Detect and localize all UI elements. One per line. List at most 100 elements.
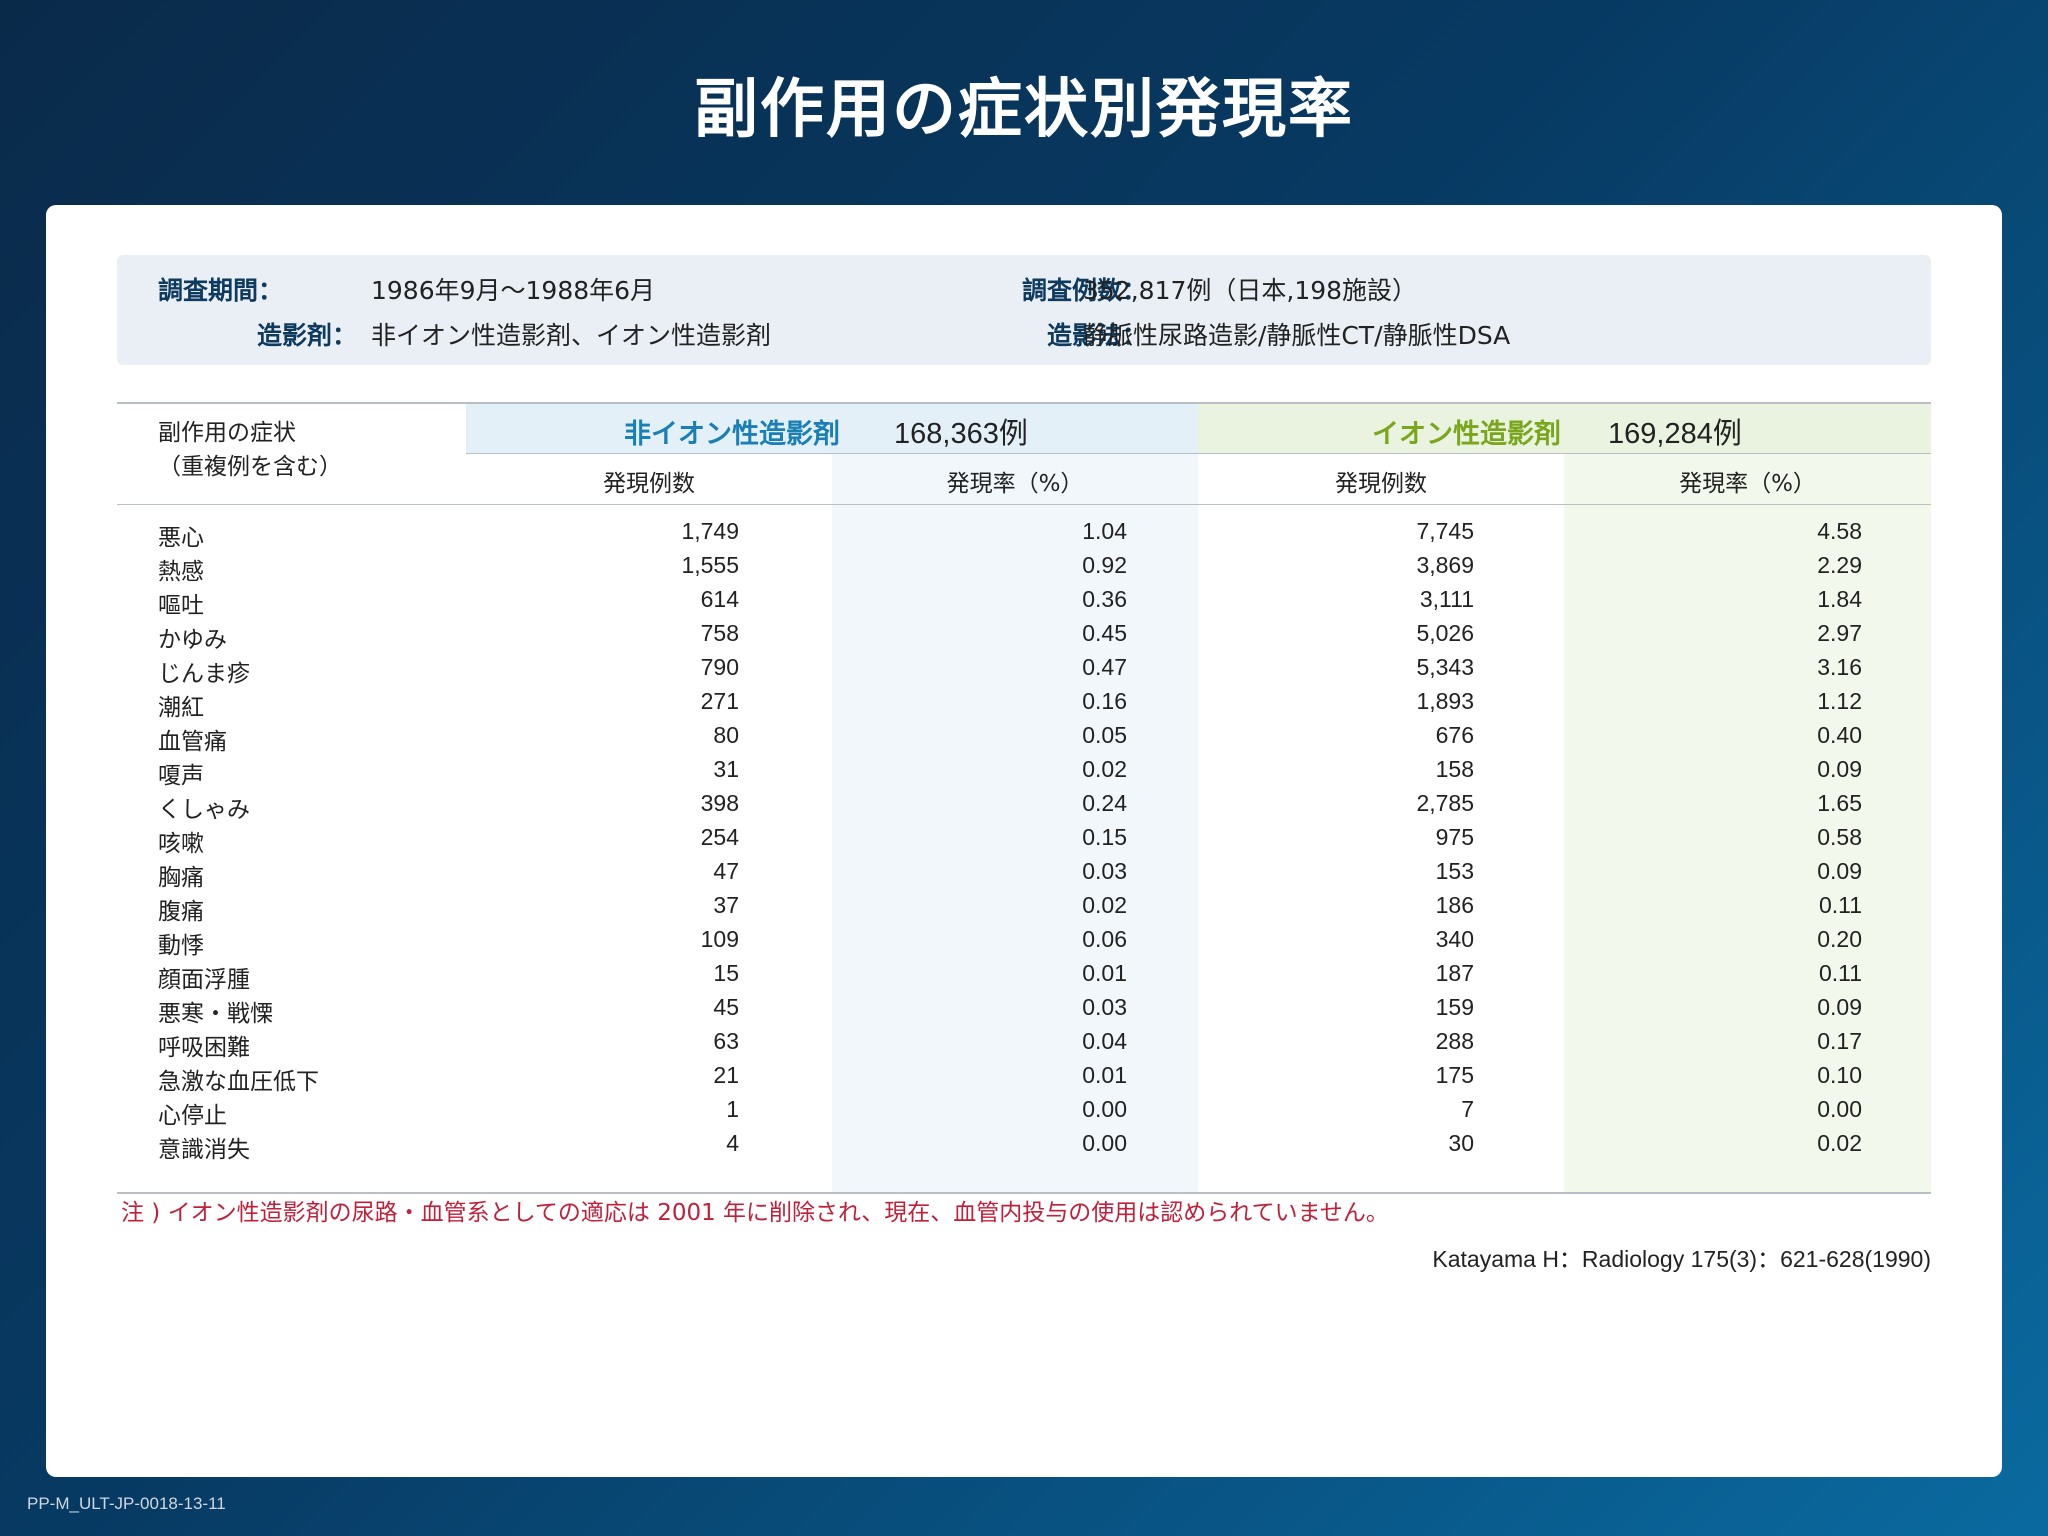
nonionic-rate-cell: 0.03 xyxy=(1082,994,1127,1020)
nonionic-rate-cell: 0.02 xyxy=(1082,756,1127,782)
ionic-rate-cell: 3.16 xyxy=(1817,654,1862,680)
symptom-cell: 潮紅 xyxy=(158,695,204,721)
ionic-cases-cell: 340 xyxy=(1435,926,1474,952)
table-row: くしゃみ 398 0.24 2,785 1.65 xyxy=(117,787,1931,823)
table-row: 血管痛 80 0.05 676 0.40 xyxy=(117,719,1931,755)
document-code: PP-M_ULT-JP-0018-13-11 xyxy=(27,1494,226,1513)
content-card: 調査期間： 1986年9月～1988年6月 造影剤： 非イオン性造影剤、イオン性… xyxy=(46,205,2002,1477)
ionic-cases-cell: 5,343 xyxy=(1416,654,1474,680)
survey-info-box: 調査期間： 1986年9月～1988年6月 造影剤： 非イオン性造影剤、イオン性… xyxy=(117,255,1931,365)
survey-cases-value: 352,817例（日本,198施設） xyxy=(1083,276,1418,305)
nonionic-cases-cell: 254 xyxy=(700,824,739,850)
contrast-agent-value: 非イオン性造影剤、イオン性造影剤 xyxy=(371,321,772,350)
ionic-rate-cell: 1.12 xyxy=(1817,688,1862,714)
ionic-rate-cell: 0.09 xyxy=(1817,858,1862,884)
table-row: 急激な血圧低下 21 0.01 175 0.10 xyxy=(117,1059,1931,1095)
ionic-rate-cell: 2.29 xyxy=(1817,552,1862,578)
symptom-cell: 嘔吐 xyxy=(158,593,204,619)
symptom-cell: 意識消失 xyxy=(158,1137,250,1163)
nonionic-rate-header: 発現率（%） xyxy=(946,471,1084,497)
table-row: 動悸 109 0.06 340 0.20 xyxy=(117,923,1931,959)
nonionic-rate-cell: 0.04 xyxy=(1082,1028,1127,1054)
nonionic-cases-cell: 1,749 xyxy=(681,518,739,544)
nonionic-rate-cell: 0.02 xyxy=(1082,892,1127,918)
symptom-cell: 動悸 xyxy=(158,933,204,959)
ionic-rate-cell: 1.65 xyxy=(1817,790,1862,816)
nonionic-rate-cell: 0.06 xyxy=(1082,926,1127,952)
symptom-cell: 急激な血圧低下 xyxy=(158,1069,319,1095)
ionic-cases-cell: 676 xyxy=(1435,722,1474,748)
ionic-rate-cell: 2.97 xyxy=(1817,620,1862,646)
symptom-cell: 嗄声 xyxy=(158,763,204,789)
nonionic-rate-cell: 0.16 xyxy=(1082,688,1127,714)
ionic-cases-cell: 288 xyxy=(1435,1028,1474,1054)
ionic-cases-cell: 153 xyxy=(1435,858,1474,884)
imaging-method-value: 静脈性尿路造影/静脈性CT/静脈性DSA xyxy=(1083,321,1511,350)
ionic-cases-cell: 7,745 xyxy=(1416,518,1474,544)
ionic-cases-cell: 975 xyxy=(1435,824,1474,850)
ionic-rate-header: 発現率（%） xyxy=(1679,471,1816,497)
nonionic-rate-cell: 0.47 xyxy=(1082,654,1127,680)
nonionic-rate-cell: 0.15 xyxy=(1082,824,1127,850)
nonionic-rate-cell: 0.92 xyxy=(1082,552,1127,578)
ionic-rate-cell: 0.17 xyxy=(1817,1028,1862,1054)
ionic-rate-cell: 0.00 xyxy=(1817,1096,1862,1122)
nonionic-cases-cell: 271 xyxy=(700,688,739,714)
page-title: 副作用の症状別発現率 xyxy=(694,73,1354,147)
table-row: じんま疹 790 0.47 5,343 3.16 xyxy=(117,651,1931,687)
nonionic-cases-cell: 1 xyxy=(726,1096,739,1122)
ionic-cases-cell: 7 xyxy=(1461,1096,1474,1122)
ionic-rate-cell: 0.40 xyxy=(1817,722,1862,748)
nonionic-cases-cell: 614 xyxy=(700,586,739,612)
survey-period-label: 調査期間： xyxy=(157,276,283,305)
ionic-cases-cell: 3,869 xyxy=(1416,552,1474,578)
ionic-rate-cell: 0.58 xyxy=(1817,824,1862,850)
symptom-cell: 悪心 xyxy=(158,525,204,551)
nonionic-cases-cell: 109 xyxy=(700,926,739,952)
header-bottom-rule xyxy=(117,504,1931,505)
survey-period-value: 1986年9月～1988年6月 xyxy=(371,276,656,305)
nonionic-rate-cell: 0.36 xyxy=(1082,586,1127,612)
contrast-agent-label: 造影剤： xyxy=(256,321,357,350)
table-row: 嗄声 31 0.02 158 0.09 xyxy=(117,753,1931,789)
table-row: 咳嗽 254 0.15 975 0.58 xyxy=(117,821,1931,857)
symptom-cell: かゆみ xyxy=(158,627,227,653)
symptom-cell: 血管痛 xyxy=(158,729,227,755)
nonionic-rate-cell: 1.04 xyxy=(1082,518,1127,544)
nonionic-rate-cell: 0.03 xyxy=(1082,858,1127,884)
table-row: 心停止 1 0.00 7 0.00 xyxy=(117,1093,1931,1129)
ionic-rate-cell: 0.09 xyxy=(1817,756,1862,782)
nonionic-cases-cell: 398 xyxy=(700,790,739,816)
ionic-rate-cell: 0.11 xyxy=(1818,892,1862,918)
nonionic-cases-cell: 4 xyxy=(726,1130,739,1156)
nonionic-cases-cell: 790 xyxy=(700,654,739,680)
nonionic-rate-cell: 0.01 xyxy=(1082,1062,1127,1088)
ionic-cases-cell: 2,785 xyxy=(1416,790,1474,816)
nonionic-cases-cell: 45 xyxy=(713,994,739,1020)
ionic-rate-cell: 0.10 xyxy=(1817,1062,1862,1088)
table-row: 腹痛 37 0.02 186 0.11 xyxy=(117,889,1931,925)
ionic-cases-cell: 1,893 xyxy=(1416,688,1474,714)
nonionic-cases-cell: 31 xyxy=(713,756,739,782)
symptom-cell: 悪寒・戦慄 xyxy=(158,1001,273,1027)
ionic-group-header: イオン性造影剤 169,284例 xyxy=(1198,404,1931,456)
ionic-cases-cell: 187 xyxy=(1435,960,1474,986)
ionic-rate-cell: 0.11 xyxy=(1818,960,1862,986)
table-row: かゆみ 758 0.45 5,026 2.97 xyxy=(117,617,1931,653)
symptom-cell: 咳嗽 xyxy=(158,831,204,857)
symptom-cell: じんま疹 xyxy=(158,661,250,687)
table-row: 呼吸困難 63 0.04 288 0.17 xyxy=(117,1025,1931,1061)
ionic-cases-cell: 175 xyxy=(1435,1062,1474,1088)
nonionic-cases-cell: 1,555 xyxy=(681,552,739,578)
symptom-cell: 胸痛 xyxy=(158,865,204,891)
ionic-cases-cell: 30 xyxy=(1448,1130,1474,1156)
nonionic-rate-cell: 0.05 xyxy=(1082,722,1127,748)
symptom-cell: 熱感 xyxy=(158,559,204,585)
table-row: 悪寒・戦慄 45 0.03 159 0.09 xyxy=(117,991,1931,1027)
nonionic-rate-cell: 0.00 xyxy=(1082,1130,1127,1156)
nonionic-cases-cell: 37 xyxy=(713,892,739,918)
ionic-rate-cell: 0.02 xyxy=(1817,1130,1862,1156)
ionic-group-count: 169,284例 xyxy=(1608,418,1742,450)
nonionic-rate-cell: 0.00 xyxy=(1082,1096,1127,1122)
nonionic-group-header: 非イオン性造影剤 168,363例 xyxy=(466,404,1198,456)
